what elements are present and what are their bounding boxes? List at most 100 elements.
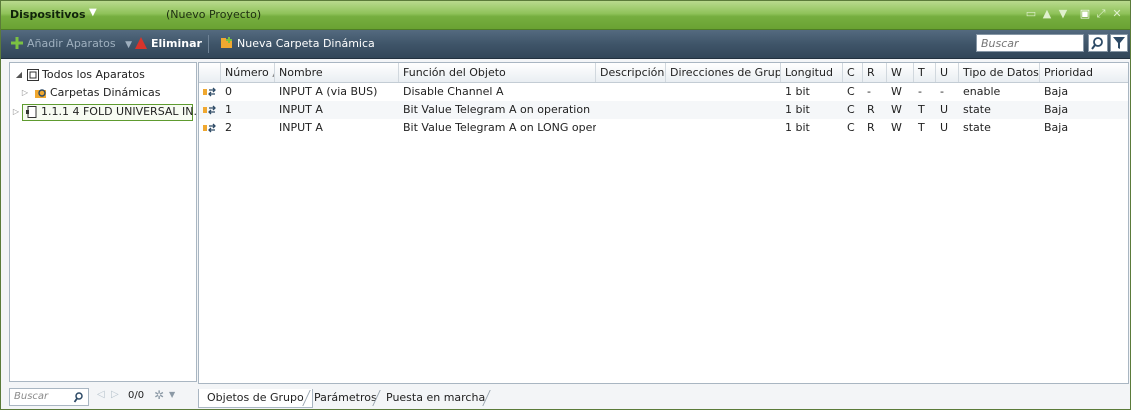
column-header-w[interactable]: W bbox=[887, 63, 914, 82]
column-header-r[interactable]: R bbox=[863, 63, 887, 82]
column-header-number[interactable]: Número ▲ bbox=[221, 63, 275, 82]
cell-u: U bbox=[940, 103, 949, 116]
cell-name: INPUT A (via BUS) bbox=[279, 85, 378, 98]
cell-r: R bbox=[867, 121, 875, 134]
undock-icon[interactable]: ⤢ bbox=[1094, 7, 1108, 21]
group-object-icon bbox=[203, 105, 216, 115]
cell-w: W bbox=[891, 85, 902, 98]
title-bar: Dispositivos ▼ (Nuevo Proyecto) ▭ ▲ ▼ ▣ … bbox=[1, 1, 1130, 30]
close-icon[interactable]: ✕ bbox=[1110, 7, 1124, 21]
gear-icon[interactable]: ✲ bbox=[154, 388, 164, 402]
search-button[interactable] bbox=[1088, 34, 1108, 52]
cell-description bbox=[596, 119, 666, 137]
table-row[interactable]: 2 INPUT A Bit Value Telegram A on LONG o… bbox=[199, 119, 1128, 137]
column-header-group-addresses[interactable]: Direcciones de Grupo bbox=[666, 63, 781, 82]
new-dynamic-folder-button[interactable]: Nueva Carpeta Dinámica bbox=[221, 36, 375, 52]
cell-c: C bbox=[847, 121, 855, 134]
cell-number: 1 bbox=[225, 103, 232, 116]
cell-description bbox=[596, 101, 666, 119]
cell-number: 2 bbox=[225, 121, 232, 134]
restore-icon[interactable]: ▭ bbox=[1024, 7, 1038, 21]
column-header-c[interactable]: C bbox=[843, 63, 863, 82]
search-icon bbox=[1091, 37, 1103, 50]
search-counter: 0/0 bbox=[128, 390, 145, 401]
cell-priority: Baja bbox=[1044, 85, 1069, 98]
cell-name: INPUT A bbox=[279, 103, 323, 116]
filter-button[interactable] bbox=[1110, 34, 1128, 52]
next-icon[interactable]: ▷ bbox=[111, 389, 119, 400]
cell-t: T bbox=[918, 121, 925, 134]
chevron-down-icon[interactable]: ▼ bbox=[89, 7, 97, 18]
move-up-icon[interactable]: ▲ bbox=[1040, 7, 1054, 21]
delete-button[interactable]: Eliminar bbox=[135, 36, 202, 52]
chevron-down-icon[interactable]: ▼ bbox=[125, 40, 132, 50]
cell-c: C bbox=[847, 85, 855, 98]
column-header-name[interactable]: Nombre bbox=[275, 63, 399, 82]
cell-length: 1 bit bbox=[785, 121, 810, 134]
chevron-down-icon[interactable]: ▼ bbox=[169, 390, 175, 399]
panel-title[interactable]: Dispositivos bbox=[10, 8, 86, 21]
expand-icon[interactable]: ▷ bbox=[11, 103, 21, 121]
cell-r: R bbox=[867, 103, 875, 116]
column-header-length[interactable]: Longitud bbox=[781, 63, 843, 82]
cell-data-type: state bbox=[963, 103, 991, 116]
cell-c: C bbox=[847, 103, 855, 116]
column-header-description[interactable]: Descripción bbox=[596, 63, 666, 82]
column-header-t[interactable]: T bbox=[914, 63, 936, 82]
tree-search-placeholder: Buscar bbox=[14, 391, 49, 402]
device-icon bbox=[26, 106, 37, 118]
delete-label: Eliminar bbox=[151, 37, 202, 50]
search-icon[interactable] bbox=[73, 391, 85, 403]
toolbar: Añadir Aparatos ▼ Eliminar Nueva Carpeta… bbox=[1, 30, 1130, 59]
devices-window: Dispositivos ▼ (Nuevo Proyecto) ▭ ▲ ▼ ▣ … bbox=[0, 0, 1131, 410]
cell-w: W bbox=[891, 121, 902, 134]
tree-item-dynamic-folders[interactable]: ▷ Carpetas Dinámicas bbox=[10, 84, 196, 102]
column-header-function[interactable]: Función del Objeto bbox=[399, 63, 596, 82]
project-name: (Nuevo Proyecto) bbox=[166, 8, 262, 21]
tab-commissioning[interactable]: Puesta en marcha bbox=[378, 389, 493, 407]
tree-search-input[interactable]: Buscar bbox=[9, 388, 89, 406]
cell-length: 1 bit bbox=[785, 85, 810, 98]
search-field[interactable] bbox=[976, 34, 1084, 52]
cell-u: - bbox=[940, 85, 944, 98]
column-header-icon bbox=[199, 63, 221, 82]
toolbar-divider bbox=[208, 35, 209, 53]
cell-group-addresses bbox=[666, 119, 781, 137]
cell-function: Bit Value Telegram A on operation bbox=[403, 103, 591, 116]
cell-u: U bbox=[940, 121, 949, 134]
group-object-icon bbox=[203, 87, 216, 97]
table-row[interactable]: 0 INPUT A (via BUS) Disable Channel A 1 … bbox=[199, 83, 1128, 101]
filter-icon bbox=[1113, 37, 1125, 49]
tree-item-device[interactable]: ▷ 1.1.1 4 FOLD UNIVERSAL IN... bbox=[10, 103, 204, 121]
cell-t: T bbox=[918, 103, 925, 116]
column-header-u[interactable]: U bbox=[936, 63, 959, 82]
move-down-icon[interactable]: ▼ bbox=[1056, 7, 1070, 21]
expand-icon[interactable]: ▷ bbox=[20, 84, 30, 102]
cell-t: - bbox=[918, 85, 922, 98]
column-header-priority[interactable]: Prioridad bbox=[1040, 63, 1128, 82]
cell-data-type: state bbox=[963, 121, 991, 134]
tree-search-bar: Buscar ◁ ▷ 0/0 ✲ ▼ bbox=[9, 388, 197, 406]
table-header: Número ▲ Nombre Función del Objeto Descr… bbox=[199, 63, 1128, 83]
previous-icon[interactable]: ◁ bbox=[97, 389, 105, 400]
cell-name: INPUT A bbox=[279, 121, 323, 134]
device-tree: ◢ Todos los Aparatos ▷ Carpetas Dinámica… bbox=[9, 62, 204, 382]
table-row[interactable]: 1 INPUT A Bit Value Telegram A on operat… bbox=[199, 101, 1128, 119]
new-dynamic-folder-label: Nueva Carpeta Dinámica bbox=[237, 37, 375, 50]
folder-add-icon bbox=[221, 37, 232, 48]
cell-w: W bbox=[891, 103, 902, 116]
tree-item-all-devices[interactable]: ◢ Todos los Aparatos bbox=[10, 66, 196, 84]
cell-r: - bbox=[867, 85, 871, 98]
cell-length: 1 bit bbox=[785, 103, 810, 116]
search-input[interactable] bbox=[977, 35, 1083, 51]
column-header-data-type[interactable]: Tipo de Datos bbox=[959, 63, 1040, 82]
collapse-icon[interactable]: ◢ bbox=[14, 66, 24, 84]
cell-description bbox=[596, 83, 666, 101]
maximize-icon[interactable]: ▣ bbox=[1078, 7, 1092, 21]
cell-group-addresses bbox=[666, 101, 781, 119]
add-devices-button[interactable]: Añadir Aparatos ▼ bbox=[11, 36, 132, 52]
tab-group-objects[interactable]: Objetos de Grupo bbox=[198, 389, 313, 408]
cell-priority: Baja bbox=[1044, 121, 1069, 134]
cell-group-addresses bbox=[666, 83, 781, 101]
add-devices-label: Añadir Aparatos bbox=[27, 37, 116, 50]
